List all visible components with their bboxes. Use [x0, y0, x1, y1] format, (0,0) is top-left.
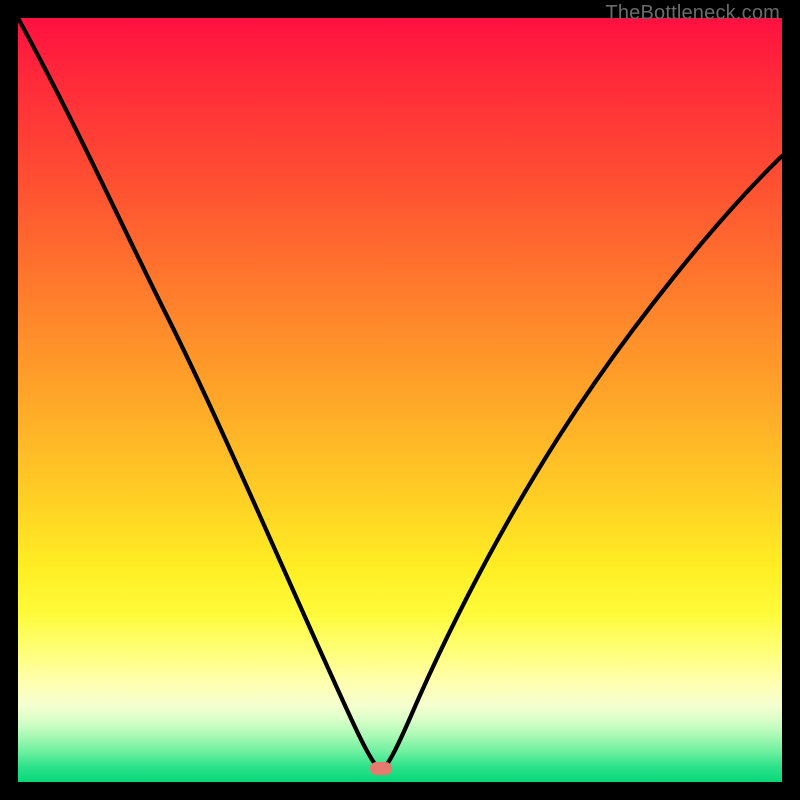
chart-frame: TheBottleneck.com: [0, 0, 800, 800]
optimal-marker: [370, 762, 392, 775]
plot-area: [18, 18, 782, 782]
bottleneck-curve: [18, 18, 782, 782]
curve-path: [18, 18, 782, 772]
attribution-text: TheBottleneck.com: [605, 2, 780, 25]
